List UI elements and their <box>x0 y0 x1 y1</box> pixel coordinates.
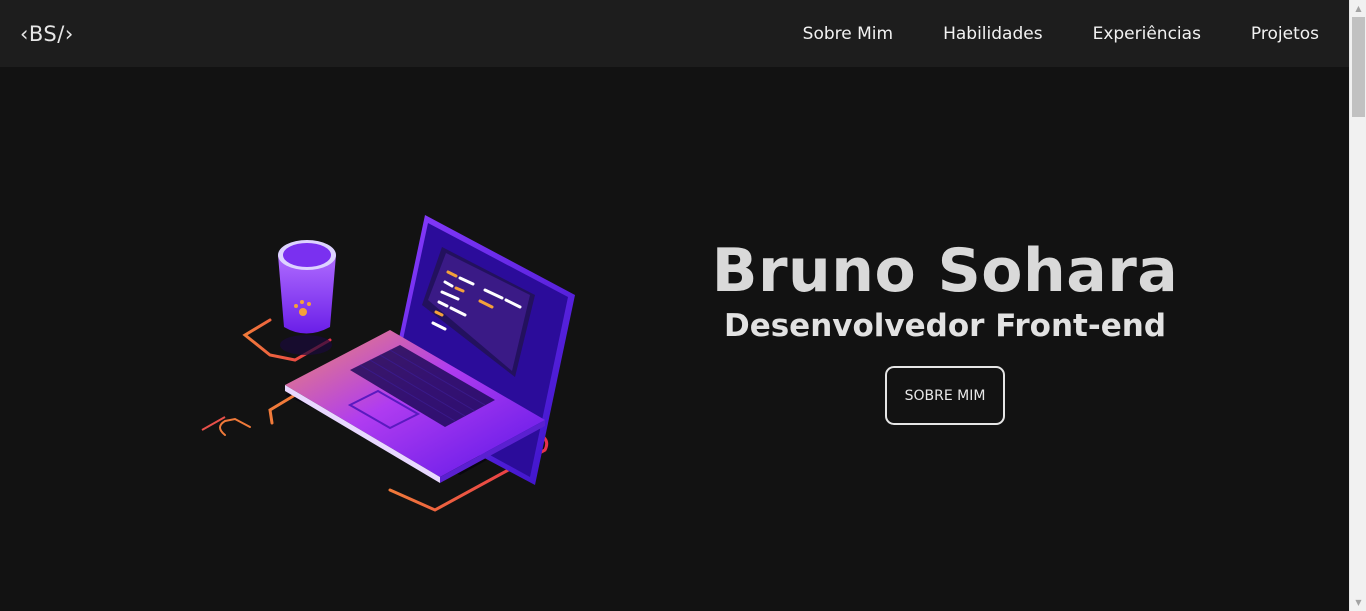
nav-link-projetos[interactable]: Projetos <box>1251 24 1319 44</box>
logo[interactable]: ‹BS/› <box>20 22 74 46</box>
laptop-illustration <box>190 195 590 525</box>
nav-link-experiencias[interactable]: Experiências <box>1093 24 1201 44</box>
hero-name: Bruno Sohara <box>711 236 1179 306</box>
nav-link-habilidades[interactable]: Habilidades <box>943 24 1042 44</box>
sobre-mim-button[interactable]: SOBRE MIM <box>885 366 1005 425</box>
scroll-down-icon[interactable]: ▼ <box>1350 594 1366 611</box>
scrollbar-thumb[interactable] <box>1352 17 1365 117</box>
nav-links: Sobre Mim Habilidades Experiências Proje… <box>753 24 1319 44</box>
nav-link-sobre-mim[interactable]: Sobre Mim <box>803 24 893 44</box>
navbar: ‹BS/› Sobre Mim Habilidades Experiências… <box>0 0 1349 67</box>
laptop-illustration-svg <box>201 215 575 512</box>
hero-text: Bruno Sohara Desenvolvedor Front-end SOB… <box>712 232 1178 425</box>
page: ‹BS/› Sobre Mim Habilidades Experiências… <box>0 0 1366 611</box>
scrollbar[interactable]: ▲ ▼ <box>1349 0 1366 611</box>
hero-subtitle: Desenvolvedor Front-end <box>723 308 1167 344</box>
scroll-up-icon[interactable]: ▲ <box>1350 0 1366 17</box>
